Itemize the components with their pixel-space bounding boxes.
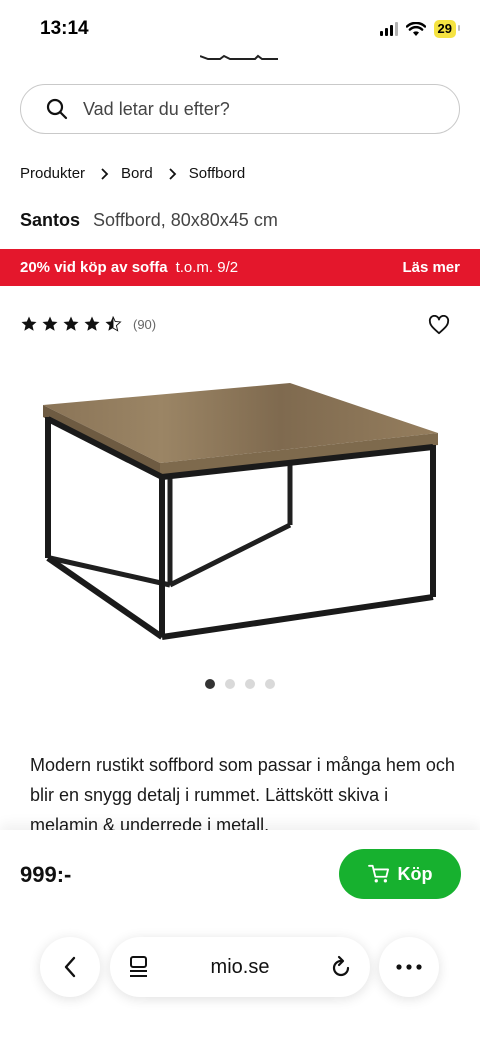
star-icon bbox=[63, 316, 79, 331]
status-time: 13:14 bbox=[40, 18, 89, 39]
product-description: Modern rustikt soffbord som passar i mån… bbox=[30, 755, 455, 835]
wifi-icon bbox=[405, 21, 426, 36]
review-count: (90) bbox=[133, 316, 157, 332]
star-icon bbox=[21, 316, 37, 331]
cart-icon bbox=[367, 864, 389, 883]
gallery-dot[interactable] bbox=[245, 679, 255, 689]
star-icon bbox=[42, 316, 58, 331]
battery-indicator: 29 bbox=[433, 20, 461, 38]
product-subtitle: Soffbord, 80x80x45 cm bbox=[93, 210, 278, 230]
search-input[interactable]: Vad letar du efter? bbox=[20, 84, 460, 134]
buy-bar: 999:- Köp bbox=[0, 830, 480, 1039]
half-star-icon bbox=[105, 316, 122, 332]
heart-icon[interactable] bbox=[428, 315, 450, 335]
gallery-pagination[interactable] bbox=[205, 679, 275, 689]
product-title: Santos Soffbord, 80x80x45 cm bbox=[20, 210, 278, 231]
address-bar[interactable]: mio.se bbox=[110, 937, 370, 997]
promo-banner[interactable]: 20% vid köp av soffa t.o.m. 9/2 Läs mer bbox=[0, 249, 480, 286]
chevron-right-icon bbox=[169, 167, 177, 180]
more-button[interactable] bbox=[379, 937, 439, 997]
chevron-right-icon bbox=[101, 167, 109, 180]
back-button[interactable] bbox=[40, 937, 100, 997]
breadcrumb-item-produkter[interactable]: Produkter bbox=[20, 165, 85, 182]
promo-date: t.o.m. 9/2 bbox=[175, 259, 239, 276]
breadcrumb-item-soffbord[interactable]: Soffbord bbox=[189, 165, 245, 182]
promo-read-more-link[interactable]: Läs mer bbox=[402, 259, 460, 276]
rating[interactable]: (90) bbox=[20, 315, 156, 333]
more-icon bbox=[396, 964, 422, 970]
browser-toolbar: mio.se bbox=[0, 937, 480, 999]
gallery-dot[interactable] bbox=[265, 679, 275, 689]
signal-icon bbox=[379, 22, 398, 36]
status-bar: 13:14 29 bbox=[0, 0, 480, 58]
promo-text: 20% vid köp av soffa bbox=[20, 259, 168, 276]
status-icons: 29 bbox=[379, 20, 461, 38]
gallery-dot[interactable] bbox=[225, 679, 235, 689]
buy-button[interactable]: Köp bbox=[339, 849, 461, 899]
star-icon bbox=[84, 316, 100, 331]
product-image[interactable] bbox=[40, 375, 440, 650]
buy-button-label: Köp bbox=[397, 863, 433, 884]
logo-fragment bbox=[200, 54, 278, 60]
price: 999:- bbox=[20, 862, 72, 887]
breadcrumb-item-bord[interactable]: Bord bbox=[121, 165, 153, 182]
reload-icon[interactable] bbox=[330, 955, 352, 979]
gallery-dot[interactable] bbox=[205, 679, 215, 689]
search-icon bbox=[46, 98, 68, 120]
product-name: Santos bbox=[20, 210, 81, 230]
back-icon bbox=[64, 956, 76, 978]
search-placeholder: Vad letar du efter? bbox=[83, 98, 230, 119]
breadcrumb: Produkter Bord Soffbord bbox=[20, 165, 245, 182]
